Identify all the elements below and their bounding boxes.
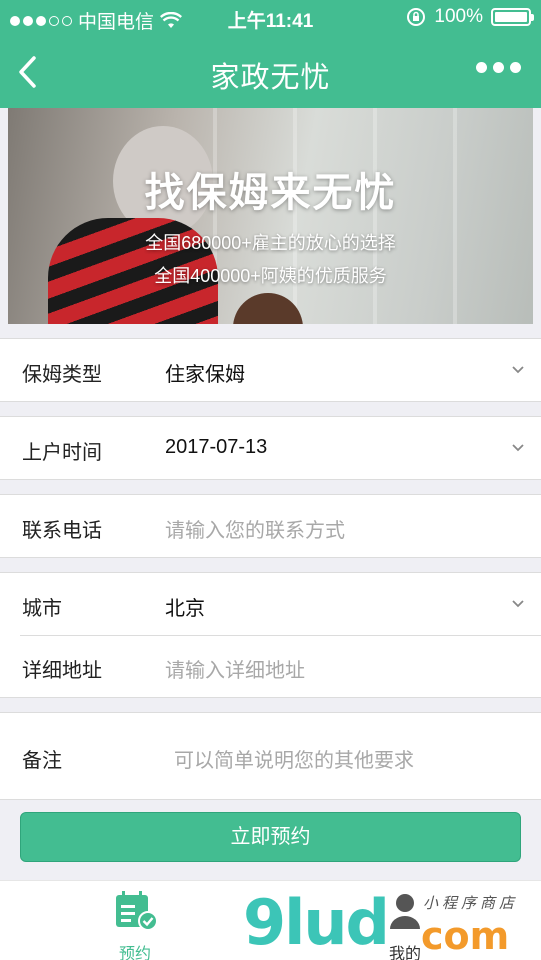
remark-label: 备注 <box>22 750 62 772</box>
chevron-down-icon <box>512 366 524 374</box>
page-title: 家政无忧 <box>210 62 331 94</box>
nanny-type-card: 保姆类型 住家保姆 <box>0 338 541 402</box>
address-input[interactable]: 请输入详细地址 <box>165 654 305 683</box>
start-date-label: 上户时间 <box>22 442 102 464</box>
banner-subline-2: 全国400000+阿姨的优质服务 <box>154 266 387 286</box>
user-icon <box>390 894 420 929</box>
nanny-type-label: 保姆类型 <box>22 364 102 386</box>
location-card: 城市 北京 详细地址 请输入详细地址 <box>0 572 541 698</box>
start-date-card: 上户时间 2017-07-13 <box>0 416 541 480</box>
tab-appointment-label: 预约 <box>118 946 151 960</box>
phone-input[interactable]: 请输入您的联系方式 <box>165 514 345 543</box>
orientation-lock-icon <box>407 8 426 26</box>
remark-card: 备注 可以简单说明您的其他要求 <box>0 712 541 800</box>
chevron-down-icon <box>512 444 524 452</box>
tab-mine-label: 我的 <box>388 946 421 960</box>
more-options-icon[interactable] <box>476 62 521 73</box>
nanny-type-row[interactable]: 保姆类型 住家保姆 <box>0 339 541 401</box>
battery-percent: 100% <box>434 6 483 27</box>
calendar-check-icon <box>116 891 158 931</box>
remark-textarea[interactable]: 可以简单说明您的其他要求 <box>174 744 414 773</box>
tab-appointment[interactable]: 预约 <box>85 889 185 960</box>
address-label: 详细地址 <box>22 660 102 682</box>
book-now-button[interactable]: 立即预约 <box>20 812 521 862</box>
address-row[interactable]: 详细地址 请输入详细地址 <box>0 635 541 697</box>
start-date-row[interactable]: 上户时间 2017-07-13 <box>0 417 541 479</box>
battery-icon <box>491 8 534 26</box>
tab-mine[interactable]: 我的 <box>355 889 455 960</box>
chevron-down-icon <box>512 600 524 608</box>
city-row[interactable]: 城市 北京 <box>0 573 541 635</box>
nanny-type-select[interactable]: 住家保姆 <box>165 358 245 387</box>
status-bar: 中国电信 上午11:41 100% <box>0 0 541 36</box>
promo-banner[interactable]: 找保姆来无忧 全国680000+雇主的放心的选择 全国400000+阿姨的优质服… <box>8 108 533 324</box>
start-date-picker[interactable]: 2017-07-13 <box>165 436 267 459</box>
city-select[interactable]: 北京 <box>165 592 205 621</box>
banner-headline: 找保姆来无忧 <box>144 171 397 215</box>
nav-bar: 家政无忧 <box>0 36 541 108</box>
banner-subline-1: 全国680000+雇主的放心的选择 <box>145 233 396 253</box>
phone-row[interactable]: 联系电话 请输入您的联系方式 <box>0 495 541 557</box>
phone-label: 联系电话 <box>22 520 102 542</box>
phone-card: 联系电话 请输入您的联系方式 <box>0 494 541 558</box>
tab-bar: 预约 我的 <box>0 880 541 960</box>
remark-row[interactable]: 备注 可以简单说明您的其他要求 <box>0 713 541 799</box>
city-label: 城市 <box>22 598 62 620</box>
